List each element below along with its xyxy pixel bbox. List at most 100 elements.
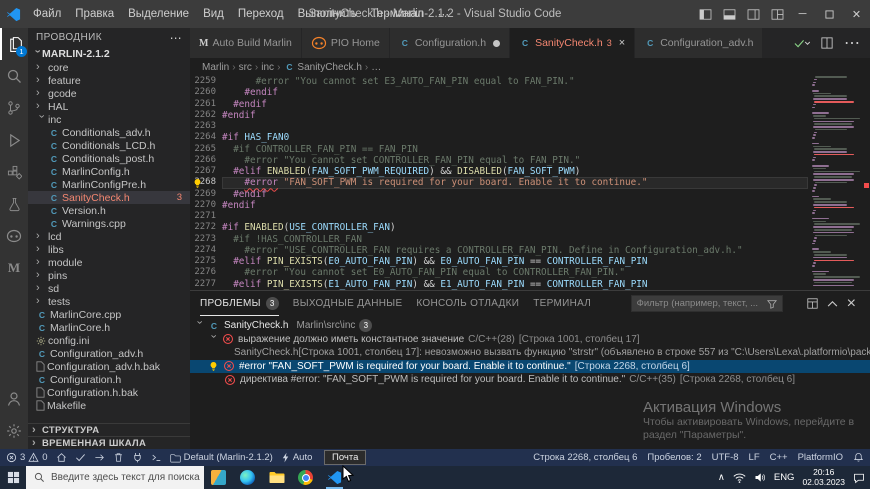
quick-fix-lightbulb-icon[interactable] — [208, 361, 219, 372]
maximize-button[interactable] — [816, 0, 843, 28]
toggle-panel-icon[interactable] — [717, 0, 741, 28]
problem-row[interactable]: ›выражение должно иметь константное знач… — [190, 333, 870, 347]
section-outline[interactable]: › СТРУКТУРА — [28, 423, 190, 436]
tree-item-marlinconfigpre-h[interactable]: CMarlinConfigPre.h — [28, 178, 190, 191]
breadcrumb-src[interactable]: src — [239, 62, 252, 73]
problem-row[interactable]: #error "FAN_SOFT_PWM is required for you… — [190, 360, 870, 374]
panel-tab-terminal[interactable]: ТЕРМИНАЛ — [533, 291, 591, 316]
menu-selection[interactable]: Выделение — [121, 8, 196, 20]
problem-row[interactable]: директива #error: "FAN_SOFT_PWM is requi… — [190, 373, 870, 387]
toggle-secondary-sidebar-icon[interactable] — [741, 0, 765, 28]
tree-item-makefile[interactable]: Makefile — [28, 399, 190, 412]
tree-item-configuration-h-bak[interactable]: Configuration.h.bak — [28, 386, 190, 399]
tab-pio-home[interactable]: PIO Home — [302, 28, 390, 58]
eol-indicator[interactable]: LF — [749, 452, 760, 463]
tree-item-inc[interactable]: ›inc — [28, 113, 190, 126]
cursor-position[interactable]: Строка 2268, столбец 6 — [533, 452, 637, 463]
activity-explorer-icon[interactable]: 1 — [0, 28, 28, 60]
tab-auto-build-marlin[interactable]: MAuto Build Marlin — [190, 28, 302, 58]
taskbar-search[interactable]: Введите здесь текст для поиска — [26, 466, 204, 489]
split-editor-icon[interactable] — [821, 37, 833, 49]
indentation[interactable]: Пробелов: 2 — [647, 452, 701, 463]
tree-item-libs[interactable]: ›libs — [28, 243, 190, 256]
wifi-icon[interactable] — [733, 473, 746, 483]
notifications-bell-icon[interactable] — [853, 452, 864, 463]
tree-item-configuration-adv-h[interactable]: CConfiguration_adv.h — [28, 347, 190, 360]
tree-item-config-ini[interactable]: config.ini — [28, 334, 190, 347]
section-timeline[interactable]: › ВРЕМЕННАЯ ШКАЛА — [28, 436, 190, 449]
close-panel-icon[interactable]: × — [847, 295, 856, 313]
pio-upload-button[interactable] — [94, 452, 105, 463]
chrome-browser-icon[interactable] — [291, 466, 320, 489]
run-build-icon[interactable] — [794, 38, 810, 49]
sidebar-more-actions-icon[interactable]: ⋯ — [170, 31, 182, 45]
problem-related-info[interactable]: SanityCheck.h[Строка 1001, столбец 17]: … — [190, 346, 870, 360]
language-indicator[interactable]: ENG — [774, 472, 795, 483]
filter-funnel-icon[interactable] — [767, 299, 777, 309]
tree-item-lcd[interactable]: ›lcd — [28, 230, 190, 243]
tab-configuration-adv-h[interactable]: CConfiguration_adv.h — [635, 28, 763, 58]
panel-tab-output[interactable]: ВЫХОДНЫЕ ДАННЫЕ — [293, 291, 403, 316]
activity-auto-build-marlin-icon[interactable]: M — [0, 252, 28, 284]
minimize-button[interactable]: ─ — [789, 0, 816, 28]
breadcrumb-inc[interactable]: inc — [261, 62, 274, 73]
tree-item-module[interactable]: ›module — [28, 256, 190, 269]
activity-platformio-icon[interactable] — [0, 220, 28, 252]
quick-fix-lightbulb-icon[interactable] — [191, 177, 203, 189]
pio-home-button[interactable] — [56, 452, 67, 463]
tree-item-version-h[interactable]: CVersion.h — [28, 204, 190, 217]
tab-sanitycheck-h[interactable]: CSanityCheck.h3× — [510, 28, 635, 58]
pio-serial-monitor-button[interactable] — [132, 452, 143, 463]
abm-auto-build[interactable]: Auto — [281, 452, 313, 463]
pio-build-button[interactable] — [75, 452, 86, 463]
tree-item-core[interactable]: ›core — [28, 61, 190, 74]
menu-view[interactable]: Вид — [196, 8, 231, 20]
close-tab-icon[interactable]: × — [619, 37, 625, 49]
platformio-label[interactable]: PlatformIO — [798, 452, 843, 463]
menu-file[interactable]: Файл — [26, 8, 68, 20]
problems-status[interactable]: 3 0 — [6, 452, 48, 463]
tab-configuration-h[interactable]: CConfiguration.h — [390, 28, 510, 58]
tree-item-gcode[interactable]: ›gcode — [28, 87, 190, 100]
tree-item-warnings-cpp[interactable]: CWarnings.cpp — [28, 217, 190, 230]
tree-item-sd[interactable]: ›sd — [28, 282, 190, 295]
breadcrumb-symbol[interactable]: … — [371, 62, 381, 73]
menu-edit[interactable]: Правка — [68, 8, 121, 20]
menu-go[interactable]: Переход — [231, 8, 291, 20]
tree-item-conditionals-lcd-h[interactable]: CConditionals_LCD.h — [28, 139, 190, 152]
maximize-panel-icon[interactable] — [827, 300, 838, 307]
panel-tab-problems[interactable]: ПРОБЛЕМЫ3 — [200, 291, 279, 316]
tree-item-marlinconfig-h[interactable]: CMarlinConfig.h — [28, 165, 190, 178]
start-button[interactable] — [0, 466, 26, 489]
tree-item-pins[interactable]: ›pins — [28, 269, 190, 282]
tree-item-tests[interactable]: ›tests — [28, 295, 190, 308]
activity-extensions-icon[interactable] — [0, 156, 28, 188]
activity-accounts-icon[interactable] — [0, 383, 28, 415]
problem-file-row[interactable]: ›CSanityCheck.hMarlin\src\inc3 — [190, 319, 870, 333]
tree-root-folder[interactable]: › MARLIN-2.1.2 — [28, 47, 190, 61]
pio-terminal-button[interactable] — [151, 452, 162, 463]
taskbar-clock[interactable]: 20:16 02.03.2023 — [802, 468, 845, 487]
pio-project-env[interactable]: Default (Marlin-2.1.2) — [170, 452, 273, 463]
customize-layout-icon[interactable] — [765, 0, 789, 28]
activity-testing-icon[interactable] — [0, 188, 28, 220]
tree-item-marlincore-cpp[interactable]: CMarlinCore.cpp — [28, 308, 190, 321]
volume-icon[interactable] — [754, 472, 766, 483]
minimap[interactable] — [810, 76, 862, 290]
tree-item-hal[interactable]: ›HAL — [28, 100, 190, 113]
more-actions-icon[interactable]: ⋯ — [844, 33, 860, 53]
activity-run-debug-icon[interactable] — [0, 124, 28, 156]
activity-source-control-icon[interactable] — [0, 92, 28, 124]
tree-item-feature[interactable]: ›feature — [28, 74, 190, 87]
toggle-sidebar-icon[interactable] — [693, 0, 717, 28]
tray-chevron-up-icon[interactable]: ∧ — [718, 472, 725, 483]
edge-browser-icon[interactable] — [233, 466, 262, 489]
breadcrumb-sanitycheck-h[interactable]: CSanityCheck.h — [283, 62, 361, 73]
tree-item-conditionals-post-h[interactable]: CConditionals_post.h — [28, 152, 190, 165]
photos-app-icon[interactable] — [204, 466, 233, 489]
panel-tab-debug-console[interactable]: КОНСОЛЬ ОТЛАДКИ — [416, 291, 519, 316]
tree-item-marlincore-h[interactable]: CMarlinCore.h — [28, 321, 190, 334]
tree-item-conditionals-adv-h[interactable]: CConditionals_adv.h — [28, 126, 190, 139]
tree-item-sanitycheck-h[interactable]: CSanityCheck.h3 — [28, 191, 190, 204]
activity-search-icon[interactable] — [0, 60, 28, 92]
